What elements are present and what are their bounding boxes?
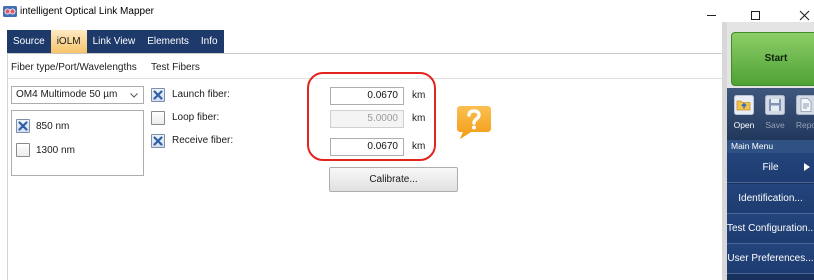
maximize-icon[interactable]	[751, 11, 760, 20]
quick-toolbar: Open Save Repo	[727, 88, 814, 140]
save-button[interactable]: Save	[761, 88, 789, 140]
menu-item-test-configuration[interactable]: Test Configuration...	[727, 214, 814, 244]
chevron-down-icon	[130, 93, 138, 98]
content-border	[7, 53, 8, 280]
open-folder-icon	[734, 95, 754, 115]
side-panel: Start Open Save Repo Main Menu File Iden…	[727, 22, 814, 280]
tab-info[interactable]: Info	[195, 30, 224, 53]
fiber-type-select[interactable]: OM4 Multimode 50 µm	[11, 86, 144, 104]
close-icon[interactable]	[799, 10, 810, 21]
tab-elements[interactable]: Elements	[141, 30, 195, 53]
checkmark-x-icon	[18, 121, 28, 131]
menu-item-identification[interactable]: Identification...	[727, 184, 814, 214]
launch-fiber-label: Launch fiber:	[172, 89, 230, 100]
wavelength-850-label: 850 nm	[36, 121, 70, 132]
highlight-annotation	[307, 72, 436, 161]
launch-fiber-checkbox[interactable]	[151, 88, 165, 102]
fiber-type-value: OM4 Multimode 50 µm	[16, 89, 118, 100]
open-label: Open	[733, 120, 755, 130]
receive-fiber-label: Receive fiber:	[172, 135, 234, 146]
menu-item-user-preferences[interactable]: User Preferences...	[727, 244, 814, 274]
calibrate-button[interactable]: Calibrate...	[329, 167, 458, 192]
wavelength-1300-label: 1300 nm	[36, 145, 75, 156]
save-icon	[765, 95, 785, 115]
report-button[interactable]: Repo	[792, 88, 814, 140]
main-area: Source iOLM Link View Elements Info Fibe…	[0, 0, 722, 280]
menu-item-file-label: File	[762, 162, 779, 173]
save-label: Save	[765, 120, 785, 130]
wavelength-list	[11, 110, 144, 176]
tab-iolm[interactable]: iOLM	[50, 30, 87, 53]
tab-link-view[interactable]: Link View	[87, 30, 142, 53]
open-button[interactable]: Open	[730, 88, 758, 140]
menu-item-test-configuration-label: Test Configuration...	[727, 223, 814, 234]
test-fibers-header: Test Fibers	[151, 62, 200, 73]
menu-item-identification-label: Identification...	[738, 193, 803, 204]
menu-item-file[interactable]: File	[727, 153, 814, 183]
wavelength-850-checkbox[interactable]	[16, 119, 30, 133]
content-divider	[7, 53, 722, 54]
main-menu-header: Main Menu	[727, 140, 814, 153]
main-menu: File Identification... Test Configuratio…	[727, 153, 814, 280]
report-icon	[796, 95, 814, 115]
menu-item-user-preferences-label: User Preferences...	[727, 253, 814, 264]
receive-fiber-checkbox[interactable]	[151, 134, 165, 148]
chevron-right-icon	[804, 163, 810, 171]
checkmark-x-icon	[153, 90, 163, 100]
loop-fiber-label: Loop fiber:	[172, 112, 220, 123]
fiber-section-header: Fiber type/Port/Wavelengths	[11, 62, 137, 73]
tab-source[interactable]: Source	[7, 30, 51, 53]
checkmark-x-icon	[153, 136, 163, 146]
tab-bar: Source iOLM Link View Elements Info	[7, 30, 224, 53]
wavelength-1300-checkbox[interactable]	[16, 143, 30, 157]
report-label: Repo	[795, 120, 814, 130]
start-button[interactable]: Start	[731, 32, 814, 86]
help-bubble-icon[interactable]	[455, 104, 493, 140]
loop-fiber-checkbox[interactable]	[151, 111, 165, 125]
